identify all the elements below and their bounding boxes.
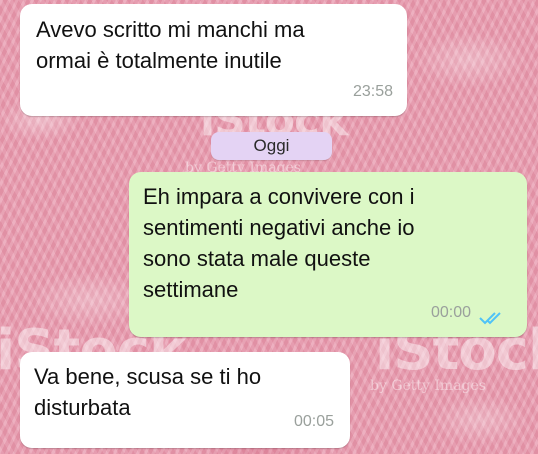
- message-time: 23:58: [352, 83, 393, 100]
- watermark-getty: by Getty Images: [370, 378, 486, 394]
- outgoing-message[interactable]: Eh impara a convivere con i sentimenti n…: [129, 172, 527, 337]
- message-text: Va bene, scusa se ti ho disturbata: [34, 364, 262, 420]
- incoming-message[interactable]: Avevo scritto mi manchi ma ormai è total…: [20, 4, 407, 116]
- message-text: Avevo scritto mi manchi ma ormai è total…: [36, 17, 305, 73]
- message-text: Eh impara a convivere con i sentimenti n…: [143, 184, 415, 302]
- double-check-icon: [479, 312, 501, 325]
- message-time: 00:00: [430, 304, 471, 321]
- date-separator: Oggi: [211, 132, 332, 160]
- incoming-message[interactable]: Va bene, scusa se ti ho disturbata 00:05: [20, 352, 350, 448]
- message-time: 00:05: [293, 413, 334, 430]
